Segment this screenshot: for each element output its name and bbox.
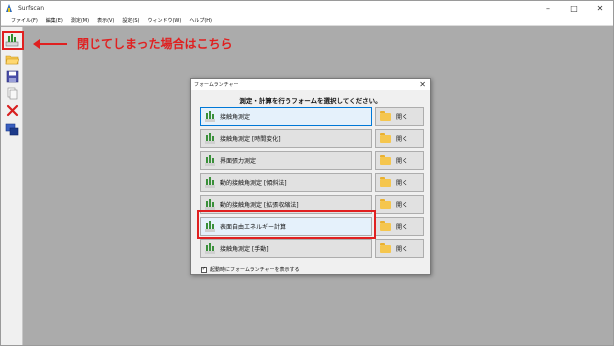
save-icon[interactable] [4,68,20,84]
annotation-arrow-icon [33,38,67,49]
dialog-close-button[interactable]: ✕ [419,79,426,90]
open-label: 開く [396,136,409,143]
annotation-callout: 閉じてしまった場合はこちら [33,35,233,52]
surfscan-app-icon [4,3,14,13]
form-label: 動的接触角測定 [拡張収縮法] [220,202,299,209]
menu-settings[interactable]: 設定(S) [118,17,143,24]
dialog-title-bar: フォームランチャー ✕ [191,79,430,90]
form-contact-angle-manual-button[interactable]: 接触角測定 [手動] [200,239,372,258]
folder-icon [380,176,391,187]
measure-form-icon [205,177,215,188]
measure-form-icon [205,243,215,254]
form-contact-angle-time-button[interactable]: 接触角測定 [時間変化] [200,129,372,148]
startup-checkbox-label: 起動時にフォームランチャーを表示する [210,267,300,273]
measure-form-icon [205,199,215,210]
folder-icon [380,154,391,165]
connect-icon[interactable] [4,121,20,137]
form-label: 界面張力測定 [220,158,257,165]
maximize-button[interactable]: □ [561,1,587,15]
open-label: 開く [396,202,409,209]
open-contact-angle-time-button[interactable]: 開く [375,129,424,148]
open-interfacial-tension-button[interactable]: 開く [375,151,424,170]
window-title: Surfscan [18,4,45,12]
form-row: 界面張力測定 開く [200,151,424,170]
form-contact-angle-button[interactable]: 接触角測定 [200,107,372,126]
menu-measure[interactable]: 測定(M) [67,17,93,24]
form-label: 接触角測定 [220,114,251,121]
folder-icon [380,198,391,209]
startup-checkbox[interactable]: ✓ [201,266,207,273]
open-label: 開く [396,246,409,253]
window-controls: – □ ✕ [535,1,613,15]
folder-icon [380,132,391,143]
menu-view[interactable]: 表示(V) [93,17,118,24]
open-dynamic-tilt-button[interactable]: 開く [375,173,424,192]
launcher-button-highlight [2,31,24,50]
annotation-text: 閉じてしまった場合はこちら [77,37,233,51]
measure-form-icon [205,133,215,144]
open-surface-free-energy-button[interactable]: 開く [375,217,424,236]
form-label: 接触角測定 [時間変化] [220,136,281,143]
side-toolbar [1,27,24,345]
open-contact-angle-button[interactable]: 開く [375,107,424,126]
copy-icon[interactable] [4,85,20,101]
open-contact-angle-manual-button[interactable]: 開く [375,239,424,258]
open-label: 開く [396,114,409,121]
measure-form-icon [205,155,215,166]
open-label: 開く [396,180,409,187]
form-row: 動的接触角測定 [傾斜法] 開く [200,173,424,192]
folder-icon [380,110,391,121]
dialog-title: フォームランチャー [194,82,239,88]
form-label: 動的接触角測定 [傾斜法] [220,180,287,187]
open-folder-icon[interactable] [4,51,20,67]
minimize-button[interactable]: – [535,1,561,15]
form-label: 接触角測定 [手動] [220,246,269,253]
title-bar: Surfscan – □ ✕ [1,1,613,15]
folder-icon [380,220,391,231]
measure-form-icon [205,111,215,122]
menu-file[interactable]: ファイル(F) [7,17,42,24]
menu-help[interactable]: ヘルプ(H) [185,17,216,24]
dialog-heading: 測定・計算を行うフォームを選択してください。 [239,97,382,105]
surface-energy-highlight [197,210,376,239]
application-window: Surfscan – □ ✕ ファイル(F) 編集(E) 測定(M) 表示(V)… [0,0,614,346]
menu-window[interactable]: ウィンドウ(W) [143,17,185,24]
menu-bar: ファイル(F) 編集(E) 測定(M) 表示(V) 設定(S) ウィンドウ(W)… [1,15,613,26]
form-interfacial-tension-button[interactable]: 界面張力測定 [200,151,372,170]
form-row: 接触角測定 [手動] 開く [200,239,424,258]
form-dynamic-tilt-button[interactable]: 動的接触角測定 [傾斜法] [200,173,372,192]
menu-edit[interactable]: 編集(E) [42,17,67,24]
form-row: 接触角測定 開く [200,107,424,126]
folder-icon [380,242,391,253]
startup-checkbox-row: ✓ 起動時にフォームランチャーを表示する [201,266,300,273]
form-launcher-dialog: フォームランチャー ✕ 測定・計算を行うフォームを選択してください。 接触角測定… [190,78,431,275]
form-row: 接触角測定 [時間変化] 開く [200,129,424,148]
close-window-button[interactable]: ✕ [587,1,613,15]
open-label: 開く [396,158,409,165]
open-dynamic-expansion-button[interactable]: 開く [375,195,424,214]
open-label: 開く [396,224,409,231]
delete-icon[interactable] [4,102,20,118]
